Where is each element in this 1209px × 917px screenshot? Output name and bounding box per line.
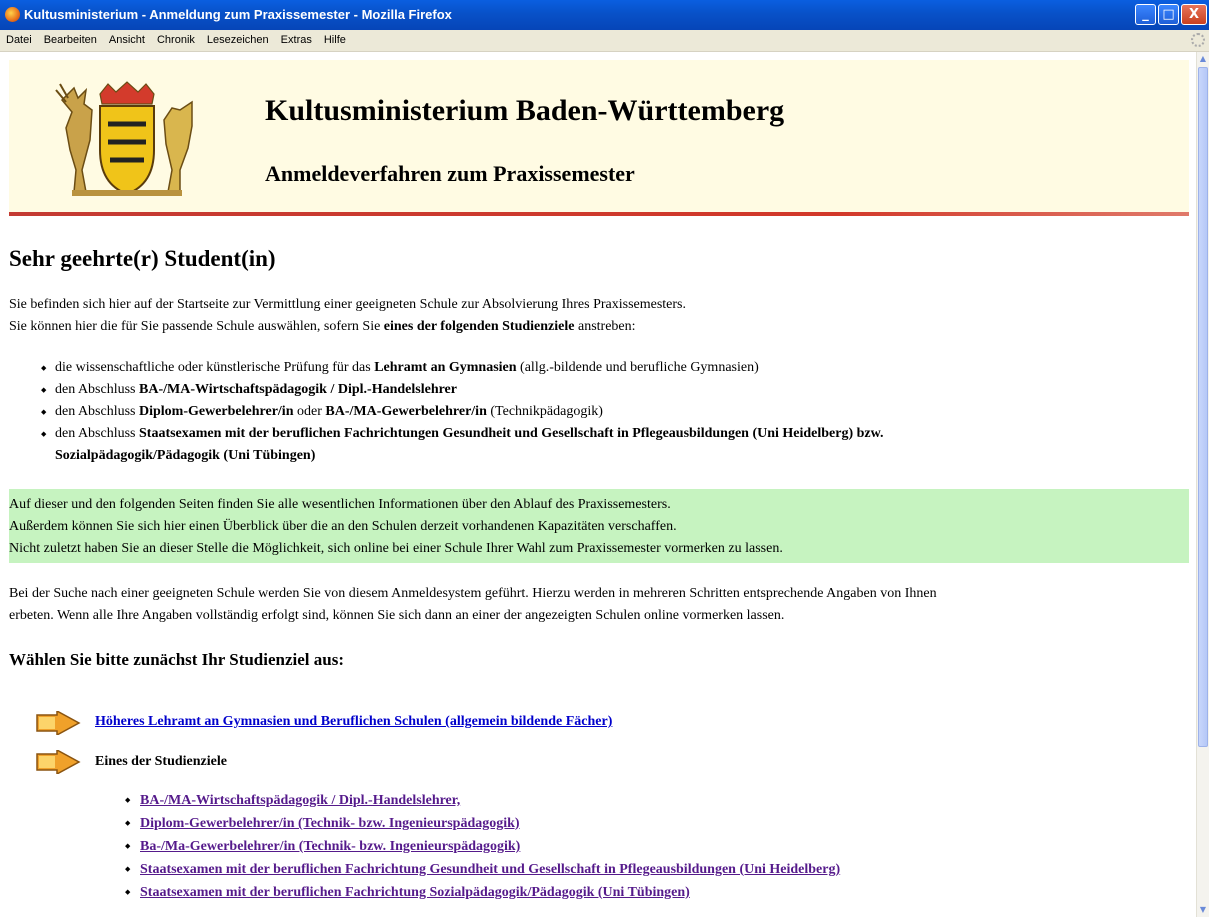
menu-bar: Datei Bearbeiten Ansicht Chronik Lesezeichen… [0, 30, 1209, 52]
menu-hilfe[interactable]: Hilfe [318, 30, 352, 51]
info-line: Nicht zuletzt haben Sie an dieser Stelle… [9, 541, 783, 556]
goal-item: den Abschluss Diplom-Gewerbelehrer/in od… [9, 401, 884, 423]
info-box: Auf dieser und den folgenden Seiten find… [9, 489, 1189, 563]
firefox-icon [5, 7, 20, 22]
menu-ansicht[interactable]: Ansicht [103, 30, 151, 51]
info-line: Auf dieser und den folgenden Seiten find… [9, 497, 671, 512]
sub-link-item: Ba-/Ma-Gewerbelehrer/in (Technik- bzw. I… [120, 835, 840, 858]
sub-link-item: Diplom-Gewerbelehrer/in (Technik- bzw. I… [120, 812, 840, 835]
info-line: Außerdem können Sie sich hier einen Über… [9, 519, 677, 534]
arrow-right-icon [36, 750, 81, 774]
window-title: Kultusministerium - Anmeldung zum Praxis… [24, 7, 452, 22]
vertical-scrollbar[interactable]: ▲ ▼ [1196, 52, 1209, 917]
throbber-icon [1191, 33, 1205, 47]
page-header: Kultusministerium Baden-Württemberg Anme… [9, 60, 1189, 212]
goal-item: den Abschluss BA-/MA-Wirtschaftspädagogi… [9, 379, 884, 401]
menu-datei[interactable]: Datei [0, 30, 38, 51]
menu-bearbeiten[interactable]: Bearbeiten [38, 30, 103, 51]
page-subtitle: Anmeldeverfahren zum Praxissemester [265, 161, 635, 186]
study-goals-list: die wissenschaftliche oder künstlerische… [9, 357, 884, 467]
option-lehramt-link[interactable]: Höheres Lehramt an Gymnasien und Berufli… [95, 714, 612, 730]
search-text-line-2: erbeten. Wenn alle Ihre Angaben vollstän… [9, 608, 785, 623]
scroll-down-icon[interactable]: ▼ [1197, 903, 1209, 917]
sub-link-item: Staatsexamen mit der beruflichen Fachric… [120, 881, 840, 904]
maximize-button[interactable]: □ [1158, 4, 1179, 25]
scrollbar-thumb[interactable] [1198, 67, 1208, 747]
search-text-line-1: Bei der Suche nach einer geeigneten Schu… [9, 586, 937, 601]
menu-extras[interactable]: Extras [275, 30, 318, 51]
sub-links-list: BA-/MA-Wirtschaftspädagogik / Dipl.-Hand… [120, 789, 840, 904]
option-other-label: Eines der Studienziele [95, 754, 227, 769]
sub-link-ba-ma-gewerbelehrer[interactable]: Ba-/Ma-Gewerbelehrer/in (Technik- bzw. I… [140, 839, 520, 854]
sub-link-diplom-gewerbelehrer[interactable]: Diplom-Gewerbelehrer/in (Technik- bzw. I… [140, 816, 520, 831]
choose-heading: Wählen Sie bitte zunächst Ihr Studienzie… [9, 650, 345, 669]
window-titlebar: Kultusministerium - Anmeldung zum Praxis… [0, 0, 1209, 30]
intro-line-2-text: Sie können hier die für Sie passende Sch… [9, 319, 384, 334]
header-divider [9, 212, 1189, 216]
intro-line-2: Sie können hier die für Sie passende Sch… [9, 319, 636, 335]
minimize-button[interactable]: _ [1135, 4, 1156, 25]
close-button[interactable]: X [1181, 4, 1207, 25]
menu-lesezeichen[interactable]: Lesezeichen [201, 30, 275, 51]
intro-line-2-bold: eines der folgenden Studienziele [383, 319, 575, 334]
greeting-heading: Sehr geehrte(r) Student(in) [9, 246, 276, 271]
sub-link-staatsexamen-heidelberg[interactable]: Staatsexamen mit der beruflichen Fachric… [140, 862, 840, 877]
sub-link-item: BA-/MA-Wirtschaftspädagogik / Dipl.-Hand… [120, 789, 840, 812]
sub-link-staatsexamen-tuebingen[interactable]: Staatsexamen mit der beruflichen Fachric… [140, 885, 690, 900]
goal-item: die wissenschaftliche oder künstlerische… [9, 357, 884, 379]
sub-link-wirtschaftspaedagogik[interactable]: BA-/MA-Wirtschaftspädagogik / Dipl.-Hand… [140, 793, 460, 808]
menu-chronik[interactable]: Chronik [151, 30, 201, 51]
intro-line-2-end: anstreben: [574, 319, 636, 334]
page-title: Kultusministerium Baden-Württemberg [265, 94, 785, 127]
intro-line-1: Sie befinden sich hier auf der Startseit… [9, 297, 686, 312]
sub-link-item: Staatsexamen mit der beruflichen Fachric… [120, 858, 840, 881]
scroll-up-icon[interactable]: ▲ [1197, 52, 1209, 66]
page-content: Kultusministerium Baden-Württemberg Anme… [0, 52, 1196, 917]
coat-of-arms-icon [55, 81, 193, 196]
arrow-right-icon [36, 711, 81, 735]
goal-item: den Abschluss Staatsexamen mit der beruf… [9, 423, 884, 467]
